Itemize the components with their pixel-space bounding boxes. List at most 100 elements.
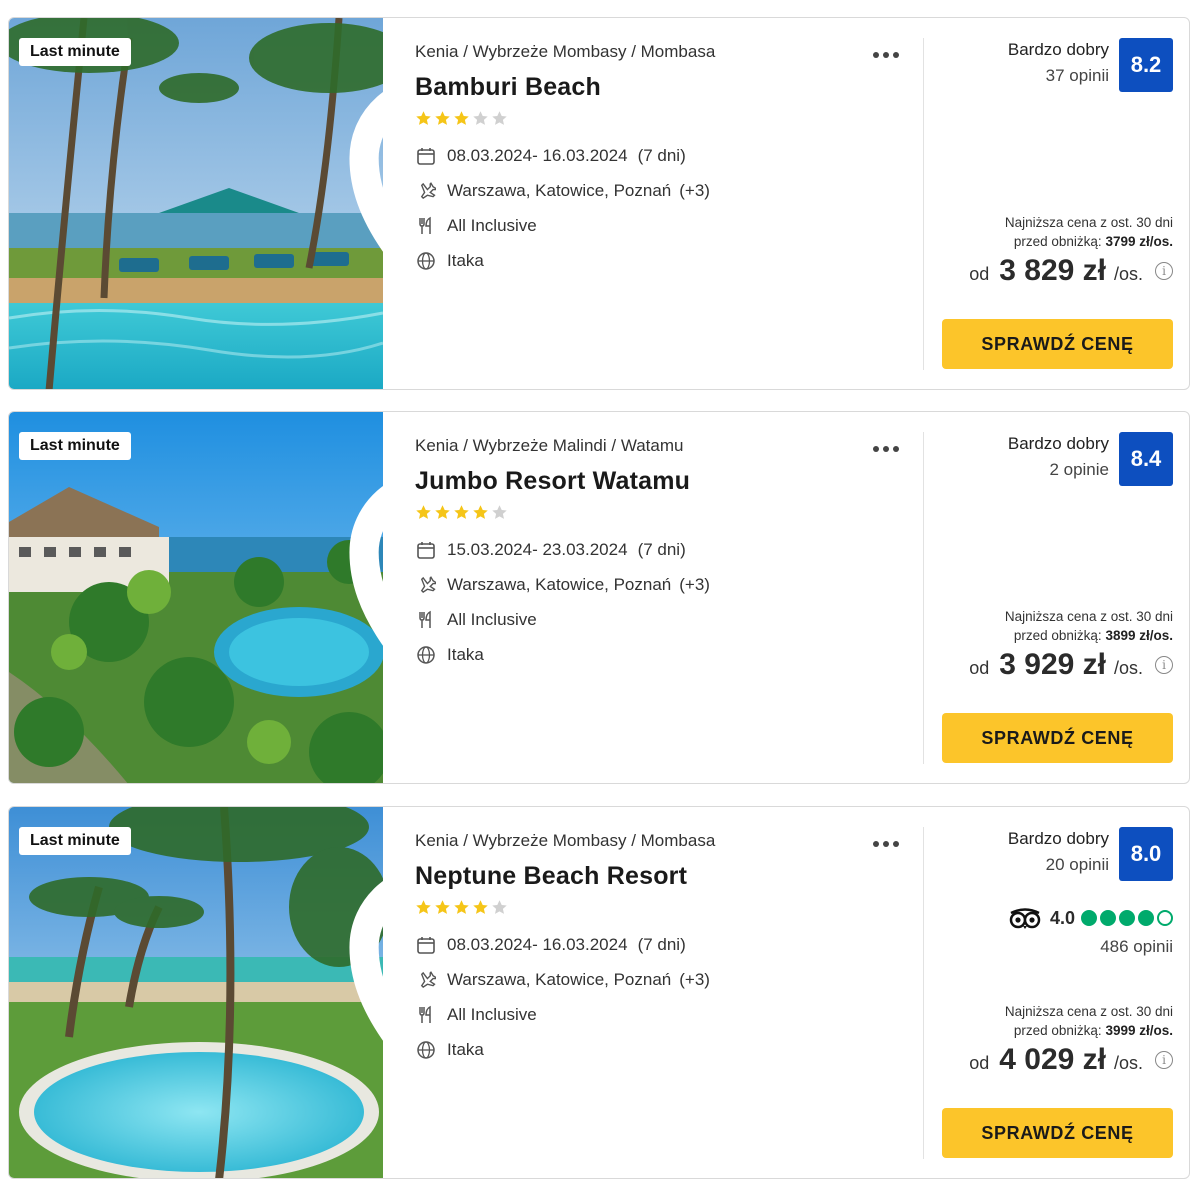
board-row: All Inclusive <box>415 610 915 630</box>
resort-aerial-image <box>9 412 383 783</box>
dates-row: 15.03.2024- 23.03.2024 (7 dni) <box>415 540 915 560</box>
star-empty-icon <box>492 111 507 125</box>
hotel-photo[interactable]: Last minute <box>9 807 383 1179</box>
departure-cities: Warszawa, Katowice, Poznań <box>447 181 672 200</box>
dates-text: 08.03.2024- 16.03.2024 <box>447 146 628 165</box>
calendar-icon <box>415 145 437 167</box>
duration-text: (7 dni) <box>637 935 686 954</box>
duration-text: (7 dni) <box>637 146 686 165</box>
lowest-price-note: Najniższa cena z ost. 30 dni przed obniż… <box>1005 607 1173 645</box>
last-minute-badge: Last minute <box>19 38 131 66</box>
favorite-heart-icon[interactable] <box>329 825 383 1179</box>
hotel-photo[interactable]: Last minute <box>9 18 383 390</box>
previous-price: 3899 zł/os. <box>1105 628 1173 643</box>
operator-row: Itaka <box>415 251 915 271</box>
star-filled-icon <box>454 900 469 914</box>
plane-icon <box>415 180 437 202</box>
check-price-button[interactable]: SPRAWDŹ CENĘ <box>942 319 1173 369</box>
departure-row: Warszawa, Katowice, Poznań (+3) <box>415 181 915 201</box>
tripadvisor-count[interactable]: 486 opinii <box>1100 937 1173 957</box>
plane-icon <box>415 574 437 596</box>
board-row: All Inclusive <box>415 1005 915 1025</box>
hotel-name[interactable]: Neptune Beach Resort <box>415 862 915 891</box>
cutlery-icon <box>415 1004 437 1026</box>
star-filled-icon <box>416 505 431 519</box>
tripadvisor-owl-icon <box>1009 908 1041 929</box>
hotel-name[interactable]: Bamburi Beach <box>415 73 915 102</box>
star-filled-icon <box>473 505 488 519</box>
price-note-line1: Najniższa cena z ost. 30 dni <box>1004 609 1173 624</box>
cutlery-icon <box>415 609 437 631</box>
star-empty-icon <box>492 900 507 914</box>
price-note-line2: przed obniżką: <box>1013 1023 1102 1038</box>
bubble-filled-icon <box>1119 910 1135 926</box>
rating-count: 37 opinii <box>1045 66 1109 85</box>
hotel-photo[interactable]: Last minute <box>9 412 383 784</box>
tour-operator: Itaka <box>447 251 484 270</box>
last-minute-badge: Last minute <box>19 432 131 460</box>
price-row: od 3 829 zł /os. i <box>969 254 1173 288</box>
star-filled-icon <box>454 111 469 125</box>
more-options-icon[interactable] <box>873 48 903 62</box>
check-price-button[interactable]: SPRAWDŹ CENĘ <box>942 1108 1173 1158</box>
globe-icon <box>415 1039 437 1061</box>
star-rating <box>415 899 915 917</box>
star-filled-icon <box>416 900 431 914</box>
price-amount: 3 829 zł <box>999 254 1106 287</box>
price-note-line2: przed obniżką: <box>1013 234 1102 249</box>
globe-icon <box>415 250 437 272</box>
info-icon[interactable]: i <box>1155 262 1173 280</box>
last-minute-badge: Last minute <box>19 827 131 855</box>
plane-icon <box>415 969 437 991</box>
rating[interactable]: Bardzo dobry 20 opinii 8.0 <box>1008 827 1173 881</box>
departure-cities: Warszawa, Katowice, Poznań <box>447 970 672 989</box>
departure-cities: Warszawa, Katowice, Poznań <box>447 575 672 594</box>
rating[interactable]: Bardzo dobry 2 opinie 8.4 <box>1008 432 1173 486</box>
more-cities-link[interactable]: (+3) <box>679 181 710 201</box>
tripadvisor-score: 4.0 <box>1049 907 1075 928</box>
calendar-icon <box>415 934 437 956</box>
tripadvisor-bubbles <box>1081 910 1173 926</box>
tripadvisor-rating[interactable]: 4.0 <box>1008 907 1173 929</box>
location-breadcrumb[interactable]: Kenia / Wybrzeże Malindi / Watamu <box>415 436 915 456</box>
offer-card[interactable]: Last minute Kenia / Wybrzeże Mombasy / M… <box>8 806 1190 1179</box>
beach-pool-image <box>9 18 383 389</box>
previous-price: 3999 zł/os. <box>1105 1023 1173 1038</box>
info-icon[interactable]: i <box>1155 656 1173 674</box>
bubble-filled-icon <box>1100 910 1116 926</box>
favorite-heart-icon[interactable] <box>329 430 383 784</box>
departure-row: Warszawa, Katowice, Poznań (+3) <box>415 575 915 595</box>
offer-info: Kenia / Wybrzeże Mombasy / Mombasa Neptu… <box>415 831 915 1060</box>
hotel-name[interactable]: Jumbo Resort Watamu <box>415 467 915 496</box>
rating-count: 2 opinie <box>1049 460 1109 479</box>
offer-card[interactable]: Last minute Kenia / Wybrzeże Malindi / W… <box>8 411 1190 784</box>
check-price-button[interactable]: SPRAWDŹ CENĘ <box>942 713 1173 763</box>
board-row: All Inclusive <box>415 216 915 236</box>
board-type: All Inclusive <box>447 610 537 629</box>
dates-text: 08.03.2024- 16.03.2024 <box>447 935 628 954</box>
location-breadcrumb[interactable]: Kenia / Wybrzeże Mombasy / Mombasa <box>415 831 915 851</box>
star-filled-icon <box>416 111 431 125</box>
more-options-icon[interactable] <box>873 837 903 851</box>
location-breadcrumb[interactable]: Kenia / Wybrzeże Mombasy / Mombasa <box>415 42 915 62</box>
info-icon[interactable]: i <box>1155 1051 1173 1069</box>
dates-row: 08.03.2024- 16.03.2024 (7 dni) <box>415 935 915 955</box>
offer-info: Kenia / Wybrzeże Malindi / Watamu Jumbo … <box>415 436 915 665</box>
more-options-icon[interactable] <box>873 442 903 456</box>
offer-card[interactable]: Last minute Kenia / Wybrzeże Mombasy / M… <box>8 17 1190 390</box>
favorite-heart-icon[interactable] <box>329 36 383 390</box>
star-filled-icon <box>454 505 469 519</box>
departure-row: Warszawa, Katowice, Poznań (+3) <box>415 970 915 990</box>
more-cities-link[interactable]: (+3) <box>679 575 710 595</box>
more-cities-link[interactable]: (+3) <box>679 970 710 990</box>
divider <box>923 38 924 370</box>
star-filled-icon <box>435 505 450 519</box>
rating[interactable]: Bardzo dobry 37 opinii 8.2 <box>1008 38 1173 92</box>
price-suffix: /os. <box>1113 1053 1143 1073</box>
price-amount: 4 029 zł <box>999 1043 1106 1076</box>
tour-operator: Itaka <box>447 1040 484 1059</box>
bubble-filled-icon <box>1138 910 1154 926</box>
star-filled-icon <box>473 900 488 914</box>
price-suffix: /os. <box>1113 264 1143 284</box>
cutlery-icon <box>415 215 437 237</box>
